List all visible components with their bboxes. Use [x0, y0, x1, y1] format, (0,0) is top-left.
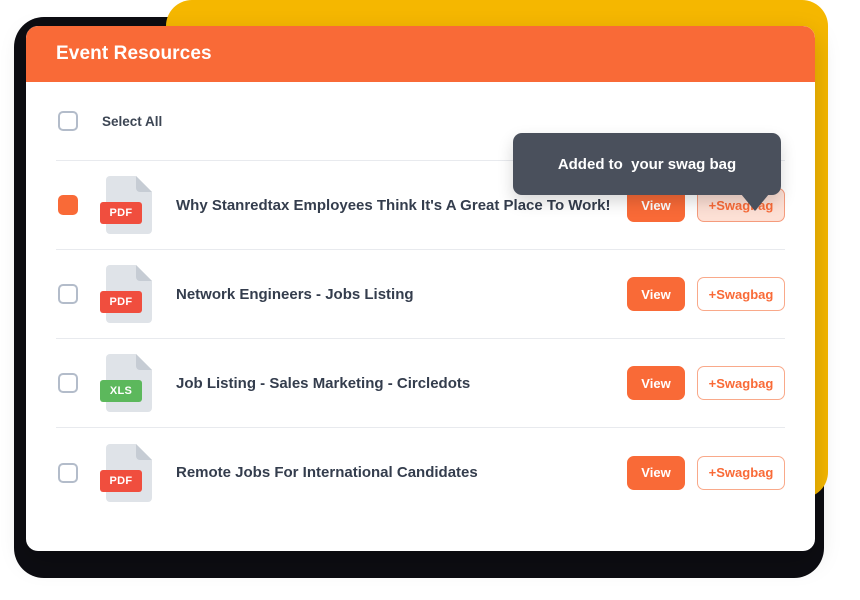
- view-button[interactable]: View: [627, 277, 685, 311]
- swagbag-button[interactable]: +Swagbag: [697, 277, 785, 311]
- file-type-badge: PDF: [100, 291, 142, 313]
- resource-title: Remote Jobs For International Candidates: [176, 464, 627, 481]
- page-title: Event Resources: [56, 43, 212, 65]
- file-type-badge: PDF: [100, 470, 142, 492]
- select-all-checkbox[interactable]: [58, 111, 78, 131]
- select-all-label: Select All: [102, 114, 162, 129]
- pdf-file-icon: PDF: [106, 176, 152, 234]
- swagbag-button[interactable]: +Swagbag: [697, 456, 785, 490]
- row-actions: View +Swagbag: [627, 277, 785, 311]
- tooltip-text: Added to your swag bag: [558, 156, 736, 173]
- tooltip-arrow-icon: [741, 194, 769, 211]
- resource-list: PDF Why Stanredtax Employees Think It's A…: [56, 160, 785, 517]
- view-button[interactable]: View: [627, 456, 685, 490]
- card-header: Event Resources: [26, 26, 815, 82]
- row-checkbox[interactable]: [58, 195, 78, 215]
- screen-root: Event Resources Select All PDF Why Stanre…: [0, 0, 860, 600]
- row-actions: View +Swagbag: [627, 456, 785, 490]
- view-button[interactable]: View: [627, 366, 685, 400]
- resource-title: Why Stanredtax Employees Think It's A Gr…: [176, 197, 627, 214]
- table-row: PDF Network Engineers - Jobs ListingView +…: [56, 250, 785, 339]
- file-type-badge: XLS: [100, 380, 142, 402]
- file-type-badge: PDF: [100, 202, 142, 224]
- pdf-file-icon: PDF: [106, 265, 152, 323]
- table-row: XLS Job Listing - Sales Marketing - Circl…: [56, 339, 785, 428]
- row-checkbox[interactable]: [58, 373, 78, 393]
- row-checkbox[interactable]: [58, 463, 78, 483]
- pdf-file-icon: PDF: [106, 444, 152, 502]
- swagbag-tooltip: Added to your swag bag: [513, 133, 781, 195]
- xls-file-icon: XLS: [106, 354, 152, 412]
- table-row: PDF Remote Jobs For International Candida…: [56, 428, 785, 517]
- row-checkbox[interactable]: [58, 284, 78, 304]
- resource-title: Network Engineers - Jobs Listing: [176, 286, 627, 303]
- row-actions: View +Swagbag: [627, 366, 785, 400]
- event-resources-card: Event Resources Select All PDF Why Stanre…: [26, 26, 815, 551]
- swagbag-button[interactable]: +Swagbag: [697, 366, 785, 400]
- resource-title: Job Listing - Sales Marketing - Circledo…: [176, 375, 627, 392]
